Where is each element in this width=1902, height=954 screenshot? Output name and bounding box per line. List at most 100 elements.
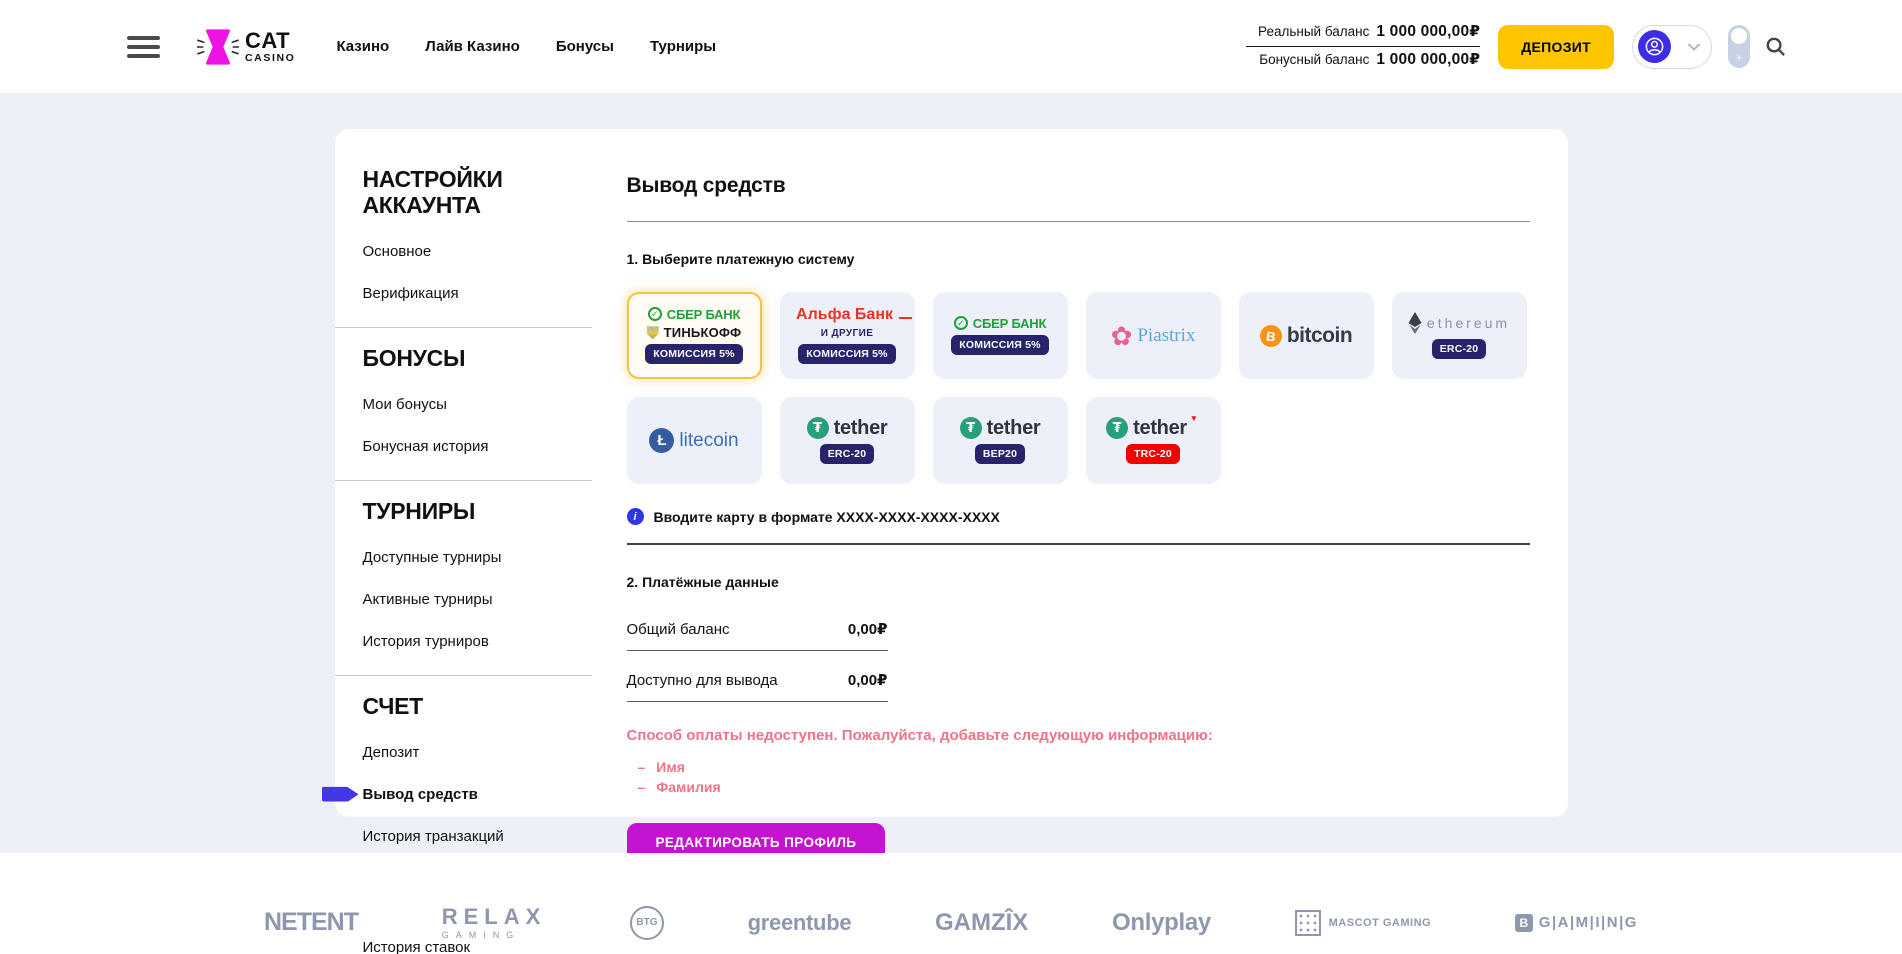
sidebar-item-verification[interactable]: Верификация — [363, 285, 592, 302]
provider-logo-netent: NETENT — [264, 908, 358, 937]
bonus-balance-label: Бонусный баланс — [1259, 52, 1369, 67]
sidebar-item-my-bonuses[interactable]: Мои бонусы — [363, 396, 592, 413]
header: CAT CASINO Казино Лайв Казино Бонусы Тур… — [0, 0, 1902, 93]
payment-method-sber-tinkoff[interactable]: ✓ СБЕР БАНК ТИНЬКОФФ КОМИССИЯ 5% — [627, 292, 762, 379]
total-balance-label: Общий баланс — [627, 621, 730, 638]
total-balance-row: Общий баланс 0,00₽ — [627, 600, 888, 651]
total-balance-value: 0,00₽ — [848, 620, 888, 638]
section-tournaments: ТУРНИРЫ Доступные турниры Активные турни… — [363, 498, 592, 676]
provider-logo-gamzix: GAMZÎX — [935, 909, 1028, 937]
menu-icon[interactable] — [127, 36, 160, 58]
section-title: ТУРНИРЫ — [363, 498, 592, 524]
provider-logo-relax-gaming: RELAX GAMING — [442, 906, 547, 940]
payment-method-tether-erc20[interactable]: ₮ tether ERC-20 — [780, 397, 915, 484]
bitcoin-icon: B — [1258, 323, 1283, 348]
logo-title: CAT — [245, 30, 295, 52]
payment-unavailable-message: Способ оплаты недоступен. Пожалуйста, до… — [627, 727, 1530, 744]
commission-badge: КОМИССИЯ 5% — [951, 335, 1048, 355]
withdrawal-content: Вывод средств 1. Выберите платежную сист… — [627, 149, 1530, 817]
provider-logo-greentube: greentube — [748, 910, 852, 936]
section-divider — [627, 543, 1530, 545]
sidebar-item-available-tournaments[interactable]: Доступные турниры — [363, 549, 592, 566]
sidebar-item-deposit[interactable]: Депозит — [363, 744, 592, 761]
network-badge: BEP20 — [975, 444, 1025, 464]
tron-icon: ▼ — [1190, 415, 1198, 423]
network-badge: ERC-20 — [1432, 339, 1487, 359]
section-title: НАСТРОЙКИ АККАУНТА — [363, 166, 592, 218]
missing-info-item: – Фамилия — [638, 777, 1530, 797]
payment-method-tether-trc20[interactable]: ₮ tether ▼ TRC-20 — [1086, 397, 1221, 484]
commission-badge: КОМИССИЯ 5% — [645, 344, 742, 364]
deposit-button[interactable]: ДЕПОЗИТ — [1498, 25, 1614, 69]
section-title: БОНУСЫ — [363, 345, 592, 371]
missing-info-list: – Имя – Фамилия — [627, 757, 1530, 798]
user-menu[interactable] — [1632, 25, 1712, 69]
payment-method-bitcoin[interactable]: B bitcoin — [1239, 292, 1374, 379]
chevron-down-icon — [1688, 43, 1700, 51]
sidebar-divider — [335, 480, 592, 481]
nav-item-casino[interactable]: Казино — [336, 38, 389, 55]
bonus-balance-value: 1 000 000,00₽ — [1376, 50, 1480, 69]
payment-method-alfa[interactable]: Альфа Банк И ДРУГИЕ КОМИССИЯ 5% — [780, 292, 915, 379]
section-account-settings: НАСТРОЙКИ АККАУНТА Основное Верификация — [363, 166, 592, 328]
provider-logo-btg: BTG — [630, 906, 664, 940]
step1-label: 1. Выберите платежную систему — [627, 251, 1530, 267]
payment-method-piastrix[interactable]: ✿ Piastrix — [1086, 292, 1221, 379]
ethereum-icon — [1408, 312, 1422, 334]
account-sidebar: НАСТРОЙКИ АККАУНТА Основное Верификация … — [363, 149, 592, 817]
cat-logo-icon — [197, 25, 239, 69]
nav-item-tournaments[interactable]: Турниры — [650, 38, 716, 55]
sidebar-divider — [335, 675, 592, 676]
sidebar-item-bet-history[interactable]: История ставок — [363, 939, 592, 954]
nav-item-live-casino[interactable]: Лайв Казино — [425, 38, 520, 55]
real-balance-value: 1 000 000,00₽ — [1376, 22, 1480, 41]
tether-icon: ₮ — [1106, 417, 1128, 439]
sidebar-item-active-tournaments[interactable]: Активные турниры — [363, 591, 592, 608]
sun-icon: ☀ — [1735, 54, 1744, 64]
real-balance-row: Реальный баланс 1 000 000,00₽ — [1246, 22, 1480, 43]
toggle-knob — [1731, 28, 1747, 44]
tether-icon: ₮ — [807, 417, 829, 439]
info-icon: i — [627, 508, 644, 525]
providers-footer: NETENT RELAX GAMING BTG greentube GAMZÎX… — [0, 853, 1902, 954]
litecoin-icon: Ł — [649, 428, 674, 453]
logo[interactable]: CAT CASINO — [197, 25, 295, 69]
tinkoff-shield-icon — [647, 326, 659, 339]
section-title: СЧЕТ — [363, 693, 592, 719]
payment-method-sber[interactable]: ✓ СБЕР БАНК КОМИССИЯ 5% — [933, 292, 1068, 379]
payment-method-tether-bep20[interactable]: ₮ tether BEP20 — [933, 397, 1068, 484]
payment-method-litecoin[interactable]: Ł litecoin — [627, 397, 762, 484]
piastrix-flower-icon: ✿ — [1111, 323, 1133, 349]
theme-toggle[interactable]: ☀ — [1728, 25, 1750, 68]
logo-subtitle: CASINO — [245, 53, 295, 64]
sidebar-item-withdrawal[interactable]: Вывод средств — [363, 786, 592, 803]
nav-item-bonuses[interactable]: Бонусы — [556, 38, 614, 55]
provider-logo-onlyplay: Onlyplay — [1112, 909, 1211, 937]
active-item-arrow-icon — [322, 787, 359, 802]
sidebar-item-bonus-history[interactable]: Бонусная история — [363, 438, 592, 455]
sidebar-item-transaction-history[interactable]: История транзакций — [363, 828, 592, 845]
info-text: Вводите карту в формате ХХХХ-ХХХХ-ХХХХ-Х… — [654, 509, 1000, 525]
network-badge: TRC-20 — [1126, 444, 1180, 464]
missing-info-item: – Имя — [638, 757, 1530, 777]
network-badge: ERC-20 — [820, 444, 875, 464]
sidebar-divider — [335, 327, 592, 328]
sidebar-item-main[interactable]: Основное — [363, 243, 592, 260]
search-icon — [1765, 36, 1786, 57]
available-balance-value: 0,00₽ — [848, 671, 888, 689]
provider-logo-bgaming: B G|A|M|I|N|G — [1515, 914, 1638, 932]
provider-logo-mascot-gaming: MASCOT GAMING — [1295, 910, 1431, 936]
payment-method-ethereum[interactable]: ethereum ERC-20 — [1392, 292, 1527, 379]
step2-label: 2. Платёжные данные — [627, 574, 1530, 590]
search-button[interactable] — [1765, 36, 1786, 57]
payment-methods-grid: ✓ СБЕР БАНК ТИНЬКОФФ КОМИССИЯ 5% Альфа Б… — [627, 292, 1530, 484]
card-format-note: i Вводите карту в формате ХХХХ-ХХХХ-ХХХХ… — [627, 508, 1530, 525]
sber-check-icon: ✓ — [648, 307, 662, 321]
sber-check-icon: ✓ — [954, 316, 968, 330]
balance-block: Реальный баланс 1 000 000,00₽ Бонусный б… — [1246, 22, 1480, 71]
user-avatar-icon — [1638, 30, 1671, 63]
tether-icon: ₮ — [960, 417, 982, 439]
mascot-gaming-icon — [1295, 910, 1321, 936]
sidebar-item-tournament-history[interactable]: История турниров — [363, 633, 592, 650]
page-body: НАСТРОЙКИ АККАУНТА Основное Верификация … — [0, 93, 1902, 853]
